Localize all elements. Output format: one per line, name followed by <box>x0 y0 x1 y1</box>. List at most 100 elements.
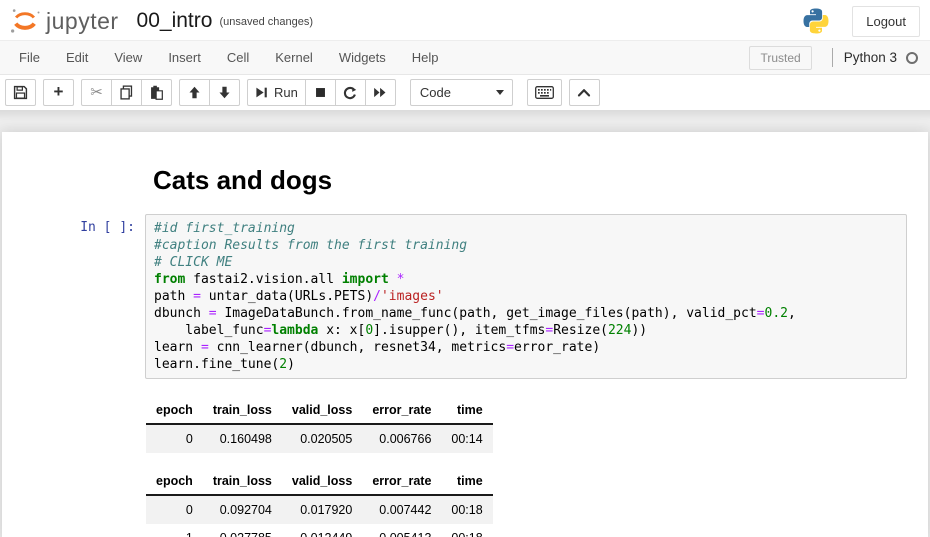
notebook-site: Cats and dogs In [ ]: #id first_training… <box>0 111 930 537</box>
menubar-items: FileEditViewInsertCellKernelWidgetsHelp <box>6 41 452 74</box>
code-line: from fastai2.vision.all import * <box>154 271 898 288</box>
output-cell: epochtrain_lossvalid_losserror_ratetime0… <box>2 384 928 537</box>
cell-value: 0 <box>146 495 203 524</box>
run-cell-button[interactable]: Run <box>247 79 306 106</box>
move-cell-down-button[interactable] <box>209 79 240 106</box>
jupyter-logo-text: jupyter <box>46 8 119 35</box>
code-lines: #id first_training#caption Results from … <box>154 220 898 373</box>
markdown-heading: Cats and dogs <box>153 165 907 196</box>
code-line: #caption Results from the first training <box>154 237 898 254</box>
cell-value: 0.160498 <box>203 424 282 453</box>
add-cell-icon: + <box>54 83 64 100</box>
training-results-table-2: epochtrain_lossvalid_losserror_ratetime0… <box>146 468 493 537</box>
chevron-up-icon <box>577 88 591 97</box>
cell-value: 00:18 <box>441 495 492 524</box>
table-row: 00.0927040.0179200.00744200:18 <box>146 495 493 524</box>
kernel-idle-indicator-icon <box>906 52 918 64</box>
notebook-container: Cats and dogs In [ ]: #id first_training… <box>2 132 928 537</box>
notebook-title[interactable]: 00_intro <box>137 9 213 33</box>
menu-item-view[interactable]: View <box>101 41 155 74</box>
kernel-name: Python 3 <box>844 50 897 65</box>
cell-value: 0 <box>146 424 203 453</box>
run-button-label: Run <box>274 85 298 100</box>
checkpoint-status: (unsaved changes) <box>219 16 313 28</box>
menu-item-edit[interactable]: Edit <box>53 41 101 74</box>
save-button[interactable] <box>5 79 36 106</box>
restart-icon <box>343 86 357 100</box>
table-header-row: epochtrain_lossvalid_losserror_ratetime <box>146 397 493 424</box>
output-area: epochtrain_lossvalid_losserror_ratetime0… <box>145 389 907 537</box>
command-palette-button[interactable] <box>527 79 562 106</box>
menu-item-file[interactable]: File <box>6 41 53 74</box>
markdown-cell[interactable]: Cats and dogs <box>2 145 928 209</box>
trusted-button[interactable]: Trusted <box>749 46 811 70</box>
menu-item-help[interactable]: Help <box>399 41 452 74</box>
header-bar: jupyter 00_intro (unsaved changes) Logou… <box>0 0 930 40</box>
menu-item-kernel[interactable]: Kernel <box>262 41 326 74</box>
code-line: learn.fine_tune(2) <box>154 356 898 373</box>
code-cell[interactable]: In [ ]: #id first_training#caption Resul… <box>2 209 928 384</box>
table-row: 10.0277850.0124490.00541300:18 <box>146 524 493 537</box>
copy-icon <box>119 85 134 100</box>
cell-value: 0.027785 <box>203 524 282 537</box>
menu-item-insert[interactable]: Insert <box>155 41 214 74</box>
restart-run-all-icon <box>373 86 387 99</box>
cell-value: 0.020505 <box>282 424 362 453</box>
jupyter-logo[interactable]: jupyter <box>8 6 119 36</box>
logout-button[interactable]: Logout <box>852 6 920 37</box>
column-header: error_rate <box>362 468 441 495</box>
chevron-down-icon <box>496 90 504 95</box>
copy-cell-button[interactable] <box>111 79 142 106</box>
code-line: #id first_training <box>154 220 898 237</box>
column-header: valid_loss <box>282 397 362 424</box>
cell-type-dropdown[interactable]: Code <box>410 79 513 106</box>
table-row: 00.1604980.0205050.00676600:14 <box>146 424 493 453</box>
menu-item-cell[interactable]: Cell <box>214 41 262 74</box>
paste-icon <box>149 85 164 100</box>
toolbar: + ✂ <box>0 75 930 111</box>
insert-cell-below-button[interactable]: + <box>43 79 74 106</box>
cell-value: 1 <box>146 524 203 537</box>
column-header: train_loss <box>203 468 282 495</box>
column-header: epoch <box>146 397 203 424</box>
save-icon <box>13 85 28 100</box>
table-header-row: epochtrain_lossvalid_losserror_ratetime <box>146 468 493 495</box>
cell-value: 0.017920 <box>282 495 362 524</box>
menubar: FileEditViewInsertCellKernelWidgetsHelp … <box>0 40 930 75</box>
cut-cell-button[interactable]: ✂ <box>81 79 112 106</box>
output-prompt-spacer <box>2 389 145 537</box>
code-line: dbunch = ImageDataBunch.from_name_func(p… <box>154 305 898 322</box>
input-prompt: In [ ]: <box>2 214 145 379</box>
cell-value: 0.012449 <box>282 524 362 537</box>
column-header: train_loss <box>203 397 282 424</box>
move-down-icon <box>218 86 231 99</box>
column-header: valid_loss <box>282 468 362 495</box>
paste-cell-button[interactable] <box>141 79 172 106</box>
code-line: label_func=lambda x: x[0].isupper(), ite… <box>154 322 898 339</box>
move-cell-up-button[interactable] <box>179 79 210 106</box>
stop-icon <box>314 86 327 99</box>
move-up-icon <box>188 86 201 99</box>
training-results-table-1: epochtrain_lossvalid_losserror_ratetime0… <box>146 397 493 453</box>
prompt-spacer <box>2 150 145 204</box>
column-header: epoch <box>146 468 203 495</box>
cell-value: 0.007442 <box>362 495 441 524</box>
cell-value: 00:18 <box>441 524 492 537</box>
code-line: path = untar_data(URLs.PETS)/'images' <box>154 288 898 305</box>
column-header: error_rate <box>362 397 441 424</box>
run-icon <box>255 86 268 99</box>
interrupt-kernel-button[interactable] <box>305 79 336 106</box>
cell-type-selected: Code <box>420 85 451 100</box>
column-header: time <box>441 468 492 495</box>
cell-value: 0.006766 <box>362 424 441 453</box>
restart-run-all-button[interactable] <box>365 79 396 106</box>
kernel-separator <box>832 48 833 67</box>
code-line: learn = cnn_learner(dbunch, resnet34, me… <box>154 339 898 356</box>
collapse-toolbar-button[interactable] <box>569 79 600 106</box>
restart-kernel-button[interactable] <box>335 79 366 106</box>
menu-item-widgets[interactable]: Widgets <box>326 41 399 74</box>
code-editor[interactable]: #id first_training#caption Results from … <box>145 214 907 379</box>
column-header: time <box>441 397 492 424</box>
cell-value: 0.092704 <box>203 495 282 524</box>
code-line: # CLICK ME <box>154 254 898 271</box>
